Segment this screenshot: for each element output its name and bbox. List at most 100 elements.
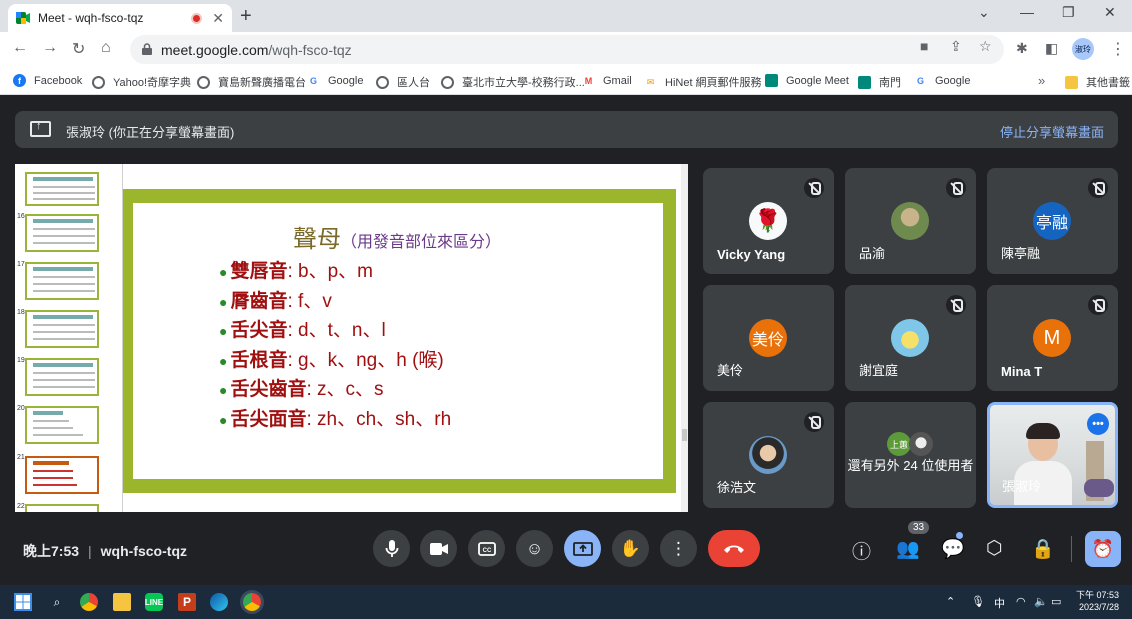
chrome-active-icon[interactable] bbox=[243, 593, 261, 611]
globe-icon bbox=[376, 75, 389, 89]
slide-scrollbar[interactable] bbox=[681, 164, 688, 512]
edge-icon[interactable] bbox=[210, 593, 228, 611]
participant-tile[interactable]: 🌹 Vicky Yang bbox=[703, 168, 834, 274]
bookmark-star-icon[interactable]: ☆ bbox=[979, 38, 992, 55]
more-options-button[interactable]: ⋮ bbox=[660, 530, 697, 567]
os-taskbar: ⌕ LINE P ⌃ 🎙 中 ◠ 🔈 ▭ 下午 07:53 2023/7/28 bbox=[0, 585, 1132, 619]
tab-strip: Meet - wqh-fsco-tqz ✕ + ⌄ — ❐ ✕ bbox=[0, 0, 1132, 32]
wifi-icon[interactable]: ◠ bbox=[1016, 595, 1026, 608]
bookmark-item[interactable]: G Google bbox=[307, 74, 364, 87]
tray-overflow-icon[interactable]: ⌃ bbox=[946, 595, 955, 608]
more-participants-tile[interactable]: 上蕙 還有另外 24 位使用者 bbox=[845, 402, 976, 508]
participant-tile[interactable]: 品渝 bbox=[845, 168, 976, 274]
raise-hand-button[interactable]: ✋ bbox=[612, 530, 649, 567]
tray-mic-icon[interactable]: 🎙 bbox=[971, 595, 985, 608]
clock-time: 下午 07:53 bbox=[1076, 590, 1120, 600]
minimize-icon[interactable]: — bbox=[1020, 4, 1034, 20]
slide-thumbnail[interactable] bbox=[25, 172, 99, 206]
participant-tile[interactable]: 謝宜庭 bbox=[845, 285, 976, 391]
forward-icon[interactable]: → bbox=[42, 39, 58, 57]
extensions-icon[interactable]: ✱ bbox=[1016, 40, 1028, 57]
activities-icon[interactable]: ⬡ bbox=[986, 537, 1003, 560]
battery-icon[interactable]: ▭ bbox=[1051, 595, 1061, 608]
maximize-icon[interactable]: ❐ bbox=[1062, 4, 1075, 21]
participant-tile[interactable]: 美伶 美伶 bbox=[703, 285, 834, 391]
bookmark-item[interactable]: 臺北市立大學-校務行政... bbox=[441, 74, 585, 90]
slide-thumbnail-current[interactable] bbox=[25, 456, 99, 494]
volume-icon[interactable]: 🔈 bbox=[1034, 595, 1048, 608]
chrome-icon[interactable] bbox=[80, 593, 98, 611]
leave-call-button[interactable] bbox=[708, 530, 760, 567]
bookmark-item[interactable]: Google Meet bbox=[765, 74, 849, 87]
present-screen-icon bbox=[572, 541, 593, 556]
powerpoint-icon[interactable]: P bbox=[178, 593, 196, 611]
camera-icon[interactable]: ■ bbox=[920, 38, 928, 54]
chat-icon[interactable]: 💬 bbox=[941, 537, 965, 561]
close-window-icon[interactable]: ✕ bbox=[1104, 4, 1116, 21]
windows-start-icon[interactable] bbox=[14, 593, 32, 611]
bookmarks-bar: f Facebook Yahoo!奇摩字典 寶島新聲廣播電台 G Google 區人… bbox=[0, 66, 1132, 95]
close-tab-icon[interactable]: ✕ bbox=[212, 10, 224, 27]
alarm-icon[interactable]: ⏰ bbox=[1085, 531, 1121, 567]
slide-bullet: ● 脣齒音: f、v bbox=[219, 290, 332, 312]
mail-icon: ✉ bbox=[646, 76, 655, 87]
file-explorer-icon[interactable] bbox=[113, 593, 131, 611]
other-bookmarks-folder[interactable]: 其他書籤 bbox=[1065, 74, 1130, 90]
line-icon[interactable]: LINE bbox=[145, 593, 163, 611]
slide-bullet: ● 雙唇音: b、p、m bbox=[219, 261, 374, 282]
microphone-button[interactable] bbox=[373, 530, 410, 567]
meeting-info: 晚上7:53 | wqh-fsco-tqz bbox=[23, 543, 187, 559]
side-panel-icon[interactable]: ◧ bbox=[1045, 40, 1058, 57]
slide-thumbnail[interactable] bbox=[25, 358, 99, 396]
slide-thumbnail[interactable] bbox=[25, 504, 99, 512]
bookmark-item[interactable]: G Google bbox=[914, 74, 971, 87]
reload-icon[interactable]: ↻ bbox=[72, 39, 85, 59]
bookmark-item[interactable]: 寶島新聲廣播電台 bbox=[197, 74, 306, 90]
bookmarks-overflow-icon[interactable]: » bbox=[1038, 73, 1045, 88]
present-button[interactable] bbox=[564, 530, 601, 567]
participant-tile[interactable]: 徐浩文 bbox=[703, 402, 834, 508]
slide-title: 聲母（用發音部位來區分） bbox=[293, 225, 502, 253]
bookmark-item[interactable]: Yahoo!奇摩字典 bbox=[92, 74, 191, 90]
bookmark-item[interactable]: ✉ HiNet 網頁郵件服務 bbox=[644, 74, 762, 90]
home-icon[interactable]: ⌂ bbox=[101, 39, 111, 57]
host-controls-icon[interactable]: 🔒 bbox=[1031, 537, 1055, 561]
tab-search-icon[interactable]: ⌄ bbox=[978, 4, 990, 21]
slide-thumbnail[interactable] bbox=[25, 262, 99, 300]
captions-button[interactable]: CC bbox=[468, 530, 505, 567]
ime-indicator[interactable]: 中 bbox=[994, 595, 1005, 611]
browser-tab[interactable]: Meet - wqh-fsco-tqz ✕ bbox=[8, 4, 232, 32]
share-icon[interactable]: ⇪ bbox=[950, 38, 962, 55]
reactions-button[interactable]: ☺ bbox=[516, 530, 553, 567]
system-clock[interactable]: 下午 07:53 2023/7/28 bbox=[1076, 589, 1119, 613]
back-icon[interactable]: ← bbox=[12, 39, 28, 57]
slide-thumbnail[interactable] bbox=[25, 310, 99, 348]
bookmark-item[interactable]: f Facebook bbox=[13, 74, 82, 87]
avatar: 上蕙 bbox=[887, 432, 911, 456]
bookmark-item[interactable]: 南門 bbox=[858, 74, 901, 90]
bookmark-item[interactable]: M Gmail bbox=[582, 74, 632, 87]
camera-button[interactable] bbox=[420, 530, 457, 567]
self-video-tile[interactable]: ••• 張淑玲 bbox=[987, 402, 1118, 508]
new-tab-icon[interactable]: + bbox=[240, 5, 252, 28]
folder-icon bbox=[1065, 75, 1078, 89]
browser-menu-icon[interactable]: ⋮ bbox=[1110, 39, 1126, 59]
slide-number: 17 bbox=[17, 261, 25, 268]
browser-toolbar: ← → ↻ ⌂ meet.google.com/wqh-fsco-tqz ■ ⇪… bbox=[0, 32, 1132, 66]
slide-thumbnail[interactable] bbox=[25, 214, 99, 252]
slide-thumbnail[interactable] bbox=[25, 406, 99, 444]
stop-sharing-button[interactable]: 停止分享螢幕畫面 bbox=[1000, 122, 1104, 141]
globe-icon bbox=[92, 75, 105, 89]
profile-avatar[interactable]: 淑玲 bbox=[1072, 38, 1094, 60]
participant-name: Mina T bbox=[1001, 364, 1043, 379]
address-bar[interactable]: meet.google.com/wqh-fsco-tqz bbox=[130, 35, 1004, 64]
clock-date: 2023/7/28 bbox=[1078, 602, 1120, 612]
slide-number: 16 bbox=[17, 213, 25, 220]
participant-tile[interactable]: M Mina T bbox=[987, 285, 1118, 391]
meeting-details-icon[interactable]: ⓘ bbox=[852, 537, 871, 564]
bookmark-item[interactable]: 區人台 bbox=[376, 74, 430, 90]
people-icon[interactable]: 👥 bbox=[896, 537, 920, 561]
search-icon[interactable]: ⌕ bbox=[48, 593, 66, 611]
more-options-icon[interactable]: ••• bbox=[1087, 413, 1109, 435]
participant-tile[interactable]: 亭融 陳亭融 bbox=[987, 168, 1118, 274]
